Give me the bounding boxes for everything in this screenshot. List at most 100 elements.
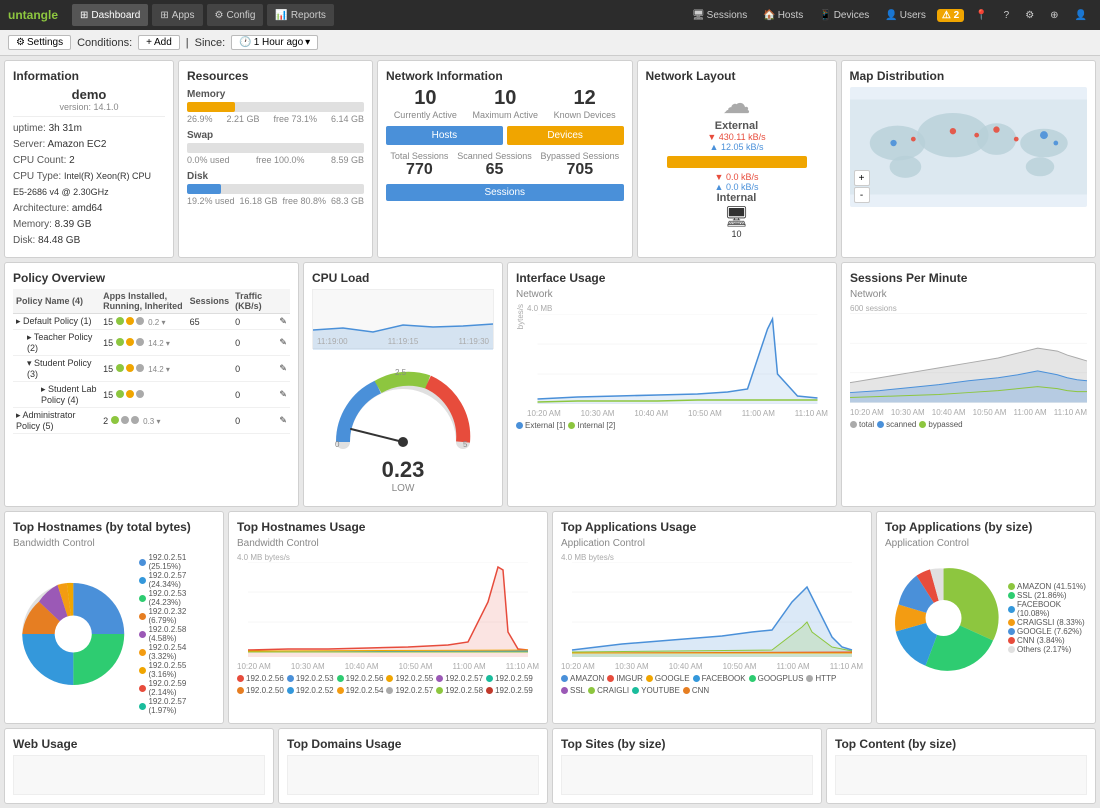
nav-users[interactable]: 👤 Users bbox=[880, 8, 931, 23]
sessions-x-labels: 10:20 AM10:30 AM10:40 AM10:50 AM11:00 AM… bbox=[850, 408, 1087, 417]
sessions-button[interactable]: Sessions bbox=[386, 184, 624, 201]
interface-chart-area: 4.0 MB 10:20 AM10:30 AM10:40 AM10:50 A bbox=[527, 304, 828, 418]
netinfo-bottom: Total Sessions 770 Scanned Sessions 65 B… bbox=[386, 151, 624, 179]
memory-bar-fill bbox=[187, 102, 235, 112]
interface-legend: External [1] Internal [2] bbox=[516, 421, 828, 430]
internal-count: 10 bbox=[731, 229, 741, 239]
interface-y-label: bytes/s bbox=[516, 304, 525, 329]
disk-stats: 19.2% used 16.18 GB free 80.8% 68.3 GB bbox=[187, 196, 364, 206]
interface-title: Interface Usage bbox=[516, 271, 828, 285]
nav-devices[interactable]: 📱 Devices bbox=[814, 8, 874, 23]
nav-help[interactable]: ? bbox=[999, 8, 1015, 23]
alert-badge[interactable]: ⚠ 2 bbox=[937, 9, 964, 22]
top-hostnames-usage-card: Top Hostnames Usage Bandwidth Control 4.… bbox=[228, 511, 548, 724]
traffic-up: ▲ 12.05 kB/s bbox=[710, 142, 764, 152]
policy-edit[interactable]: ✎ bbox=[276, 408, 290, 434]
swap-label: Swap bbox=[187, 130, 364, 141]
map-distribution-card: Map Distribution bbox=[841, 60, 1097, 258]
top-domains-chart bbox=[287, 755, 539, 795]
nav-expand[interactable]: ⊕ bbox=[1045, 8, 1063, 23]
resources-title: Resources bbox=[187, 69, 364, 83]
time-filter[interactable]: 🕐 1 Hour ago ▾ bbox=[231, 35, 318, 50]
top-content-chart bbox=[835, 755, 1087, 795]
nav-user[interactable]: 👤 bbox=[1070, 8, 1092, 23]
memory-bar-bg bbox=[187, 102, 364, 112]
sessions-title: Sessions Per Minute bbox=[850, 271, 1087, 285]
policy-apps: 15 bbox=[100, 382, 187, 408]
top-sites-chart bbox=[561, 755, 813, 795]
nav-hosts[interactable]: 🏠 Hosts bbox=[758, 8, 808, 23]
swap-stats: 0.0% used free 100.0% 8.59 GB bbox=[187, 155, 364, 165]
policy-edit[interactable]: ✎ bbox=[276, 330, 290, 356]
policy-title: Policy Overview bbox=[13, 271, 290, 285]
top-apps-size-subtitle: Application Control bbox=[885, 538, 1087, 549]
policy-edit[interactable]: ✎ bbox=[276, 356, 290, 382]
information-card: Information demo version: 14.1.0 uptime:… bbox=[4, 60, 174, 258]
svg-text:2.5: 2.5 bbox=[395, 368, 407, 377]
external-label: External bbox=[715, 120, 758, 132]
row2: Policy Overview Policy Name (4) Apps Ins… bbox=[4, 262, 1096, 507]
map-zoom-controls: + - bbox=[854, 170, 870, 203]
scanned-sessions-stat: Scanned Sessions 65 bbox=[457, 151, 532, 179]
nav-settings-icon[interactable]: ⚙ bbox=[1020, 8, 1039, 23]
svg-text:5: 5 bbox=[463, 440, 468, 449]
topapps-x-labels: 10:20 AM10:30 AM10:40 AM10:50 AM11:00 AM… bbox=[561, 662, 863, 671]
tophosts-legend: 192.0.2.56 192.0.2.53 192.0.2.56 192.0.2… bbox=[237, 674, 539, 695]
conditions-label: Conditions: bbox=[77, 37, 132, 49]
add-button[interactable]: + Add bbox=[138, 35, 180, 50]
zoom-in-button[interactable]: + bbox=[854, 170, 870, 186]
currently-active-stat: 10 Currently Active bbox=[394, 87, 457, 120]
devices-button[interactable]: Devices bbox=[507, 126, 624, 145]
disk-bar-bg bbox=[187, 184, 364, 194]
policy-edit[interactable]: ✎ bbox=[276, 314, 290, 330]
nav-sessions[interactable]: 🖥 Sessions bbox=[687, 8, 752, 23]
policy-traffic: 0 bbox=[232, 314, 276, 330]
legend-scanned: scanned bbox=[877, 420, 916, 429]
disk-bar-fill bbox=[187, 184, 221, 194]
top-apps-usage-title: Top Applications Usage bbox=[561, 520, 863, 534]
settings-button[interactable]: ⚙ Settings bbox=[8, 35, 71, 50]
interface-chart-svg bbox=[527, 314, 828, 404]
row4: Web Usage Top Domains Usage Top Sites (b… bbox=[4, 728, 1096, 804]
policy-name: ▸ Teacher Policy (2) bbox=[13, 330, 100, 356]
logo: untangle bbox=[8, 8, 58, 22]
sessions-per-minute-card: Sessions Per Minute Network 600 sessions… bbox=[841, 262, 1096, 507]
apps-pie-container: AMAZON (41.51%) SSL (21.86%) FACEBOOK (1… bbox=[885, 553, 1087, 683]
col-traffic: Traffic (KB/s) bbox=[232, 289, 276, 314]
swap-bar-bg bbox=[187, 143, 364, 153]
svg-text:0: 0 bbox=[335, 440, 340, 449]
nav-config[interactable]: ⚙ Config bbox=[207, 4, 264, 26]
web-usage-title: Web Usage bbox=[13, 737, 265, 751]
zoom-out-button[interactable]: - bbox=[854, 187, 870, 203]
web-usage-chart bbox=[13, 755, 265, 795]
nav-dashboard[interactable]: ⊞ Dashboard bbox=[72, 4, 148, 26]
cpu-level: LOW bbox=[392, 483, 415, 494]
netlayout-inner: ☁ External ▼ 430.11 kB/s ▲ 12.05 kB/s ▼ … bbox=[646, 87, 828, 239]
apps-pie-svg bbox=[885, 553, 1002, 683]
tophosts-x-labels: 10:20 AM10:30 AM10:40 AM10:50 AM11:00 AM… bbox=[237, 662, 539, 671]
top-hostnames-usage-subtitle: Bandwidth Control bbox=[237, 538, 539, 549]
policy-apps: 2 0.3 ▾ bbox=[100, 408, 187, 434]
netinfo-buttons: Hosts Devices bbox=[386, 126, 624, 145]
policy-sessions: 65 bbox=[187, 314, 233, 330]
netinfo-title: Network Information bbox=[386, 69, 624, 83]
since-label: | bbox=[186, 37, 189, 49]
policy-overview-card: Policy Overview Policy Name (4) Apps Ins… bbox=[4, 262, 299, 507]
nav-apps[interactable]: ⊞ Apps bbox=[152, 4, 202, 26]
nav-location[interactable]: 📍 bbox=[970, 8, 992, 23]
hosts-button[interactable]: Hosts bbox=[386, 126, 503, 145]
internal-label: Internal bbox=[717, 192, 757, 204]
col-sessions: Sessions bbox=[187, 289, 233, 314]
policy-apps: 15 14.2 ▾ bbox=[100, 330, 187, 356]
nav-reports[interactable]: 📊 Reports bbox=[267, 4, 333, 26]
top-apps-usage-card: Top Applications Usage Application Contr… bbox=[552, 511, 872, 724]
sessions-y-label: 600 sessions bbox=[850, 304, 1087, 313]
interface-subtitle: Network bbox=[516, 289, 828, 300]
policy-edit[interactable]: ✎ bbox=[276, 382, 290, 408]
policy-apps: 15 14.2 ▾ bbox=[100, 356, 187, 382]
netlayout-title: Network Layout bbox=[646, 69, 828, 83]
policy-name: ▸ Default Policy (1) bbox=[13, 314, 100, 330]
top-sites-title: Top Sites (by size) bbox=[561, 737, 813, 751]
maximum-active-stat: 10 Maximum Active bbox=[472, 87, 538, 120]
tophosts-chart-svg bbox=[237, 562, 539, 657]
